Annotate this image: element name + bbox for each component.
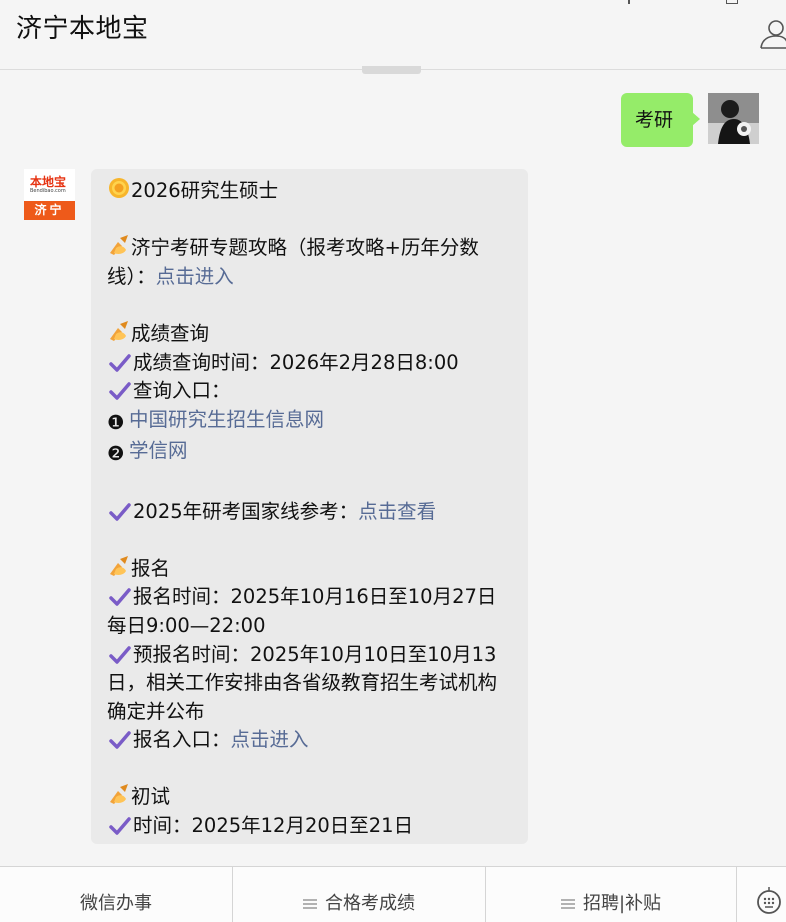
message-line: ❷ 学信网 [107, 437, 514, 469]
message-line: 报名入口：点击进入 [107, 726, 514, 755]
menu-tab-jobs-subsidy[interactable]: 招聘|补贴 [486, 867, 736, 922]
menu-tab-label: 微信办事 [80, 893, 152, 914]
register-entry-text: 报名入口： [133, 728, 231, 752]
menu-tab-wechat-service[interactable]: 微信办事 [0, 867, 232, 922]
writing-hand-icon [110, 784, 128, 805]
writing-hand-icon [110, 555, 128, 576]
message-line: ❶ 中国研究生招生信息网 [107, 406, 514, 438]
message-line: 成绩查询时间：2026年2月28日8:00 [107, 349, 514, 378]
user-message-bubble[interactable]: 考研 [621, 93, 700, 147]
user-avatar[interactable] [708, 93, 759, 144]
bot-avatar-city: 济宁 [24, 201, 75, 220]
check-icon [109, 731, 131, 750]
pre-register-text: 预报名时间：2025年10月10日至10月13日，相关工作安排由各省级教育招生考… [107, 642, 498, 723]
bot-avatar-logo: 本地宝 Bendibao.com [24, 169, 75, 201]
check-icon [109, 588, 131, 607]
window-divider [628, 0, 630, 4]
message-line: 报名时间：2025年10月16日至10月27日每日9:00—22:00 [107, 583, 514, 640]
register-entry-link[interactable]: 点击进入 [231, 728, 309, 751]
user-icon[interactable] [758, 18, 786, 50]
guide-link[interactable]: 点击进入 [156, 265, 234, 288]
header-bar: 济宁本地宝 [0, 0, 786, 74]
menu-tab-label: 招聘|补贴 [582, 893, 662, 914]
menu-tab-exam-score[interactable]: 合格考成绩 [233, 867, 485, 922]
bottom-menu: 微信办事 合格考成绩 招聘|补贴 [0, 866, 786, 922]
message-line: 时间：2025年12月20日至21日 [107, 812, 514, 841]
message-line: 初试 [107, 783, 514, 812]
bot-avatar[interactable]: 本地宝 Bendibao.com 济宁 [24, 169, 75, 220]
message-line: 预报名时间：2025年10月10日至10月13日，相关工作安排由各省级教育招生考… [107, 641, 514, 727]
writing-hand-icon [110, 320, 128, 341]
number-two-icon: ❷ [107, 442, 125, 466]
section-heading: 初试 [131, 785, 171, 809]
message-line: 2025年研考国家线参考：点击查看 [107, 498, 514, 527]
menu-lines-icon [560, 899, 575, 909]
message-line: 2026研究生硕士 [107, 177, 514, 206]
message-line: 报名 [107, 555, 514, 584]
chat-title: 济宁本地宝 [16, 14, 149, 44]
section-heading: 成绩查询 [131, 321, 210, 345]
xuexin-link[interactable]: 学信网 [129, 439, 188, 462]
check-icon [109, 645, 131, 664]
check-icon [109, 502, 131, 521]
sun-icon [109, 178, 129, 198]
section-heading: 2026研究生硕士 [131, 179, 279, 202]
exam-time-text: 时间：2025年12月20日至21日 [133, 814, 414, 838]
check-icon [109, 353, 131, 372]
chsi-link[interactable]: 中国研究生招生信息网 [129, 408, 324, 431]
national-line-text: 2025年研考国家线参考： [133, 499, 359, 523]
menu-tab-label: 合格考成绩 [325, 893, 415, 914]
check-icon [109, 817, 131, 835]
menu-lines-icon [303, 899, 317, 909]
maximize-icon[interactable] [726, 0, 738, 4]
writing-hand-icon [110, 235, 128, 256]
window-controls [586, 0, 786, 8]
check-icon [109, 382, 131, 400]
section-heading: 报名 [131, 556, 171, 580]
bot-logo-url: Bendibao.com [30, 188, 66, 194]
number-one-icon: ❶ [107, 410, 125, 434]
message-line: 查询入口： [107, 377, 514, 406]
menu-divider [736, 867, 737, 922]
message-line: 济宁考研专题攻略（报考攻略+历年分数线）：点击进入 [107, 234, 514, 291]
bot-message-bubble: 2026研究生硕士 济宁考研专题攻略（报考攻略+历年分数线）：点击进入 成绩查询… [91, 169, 528, 844]
query-entry-text: 查询入口： [133, 379, 231, 403]
register-time-text: 报名时间：2025年10月16日至10月27日每日9:00—22:00 [107, 585, 497, 637]
score-time-text: 成绩查询时间：2026年2月28日8:00 [133, 350, 459, 374]
national-line-link[interactable]: 点击查看 [358, 500, 436, 523]
message-line: 成绩查询 [107, 320, 514, 349]
keyboard-icon[interactable] [756, 887, 782, 917]
chat-area[interactable]: 考研 本地宝 Bendibao.com 济宁 2026研究生硕士 济宁考研专题攻… [0, 71, 786, 866]
